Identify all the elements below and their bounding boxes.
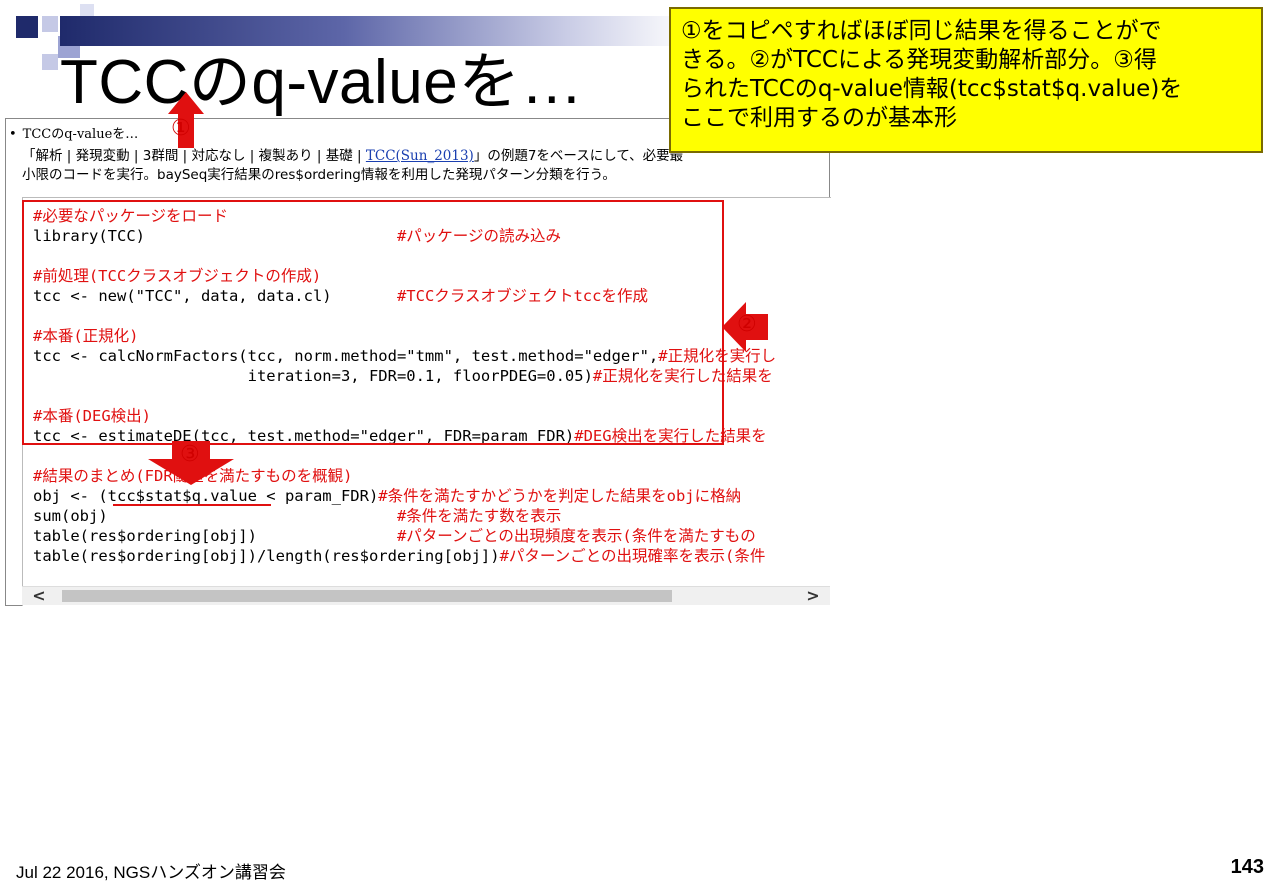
marker-3: ③ xyxy=(180,442,200,467)
horizontal-scrollbar[interactable]: < > xyxy=(22,586,830,605)
tcc-sun-2013-link[interactable]: TCC(Sun_2013) xyxy=(366,148,474,164)
bullet-text: TCCのq-valueを… xyxy=(22,127,139,142)
scroll-right-arrow-icon[interactable]: > xyxy=(804,587,822,605)
marker-2: ② xyxy=(737,312,757,337)
code-statement: table(res$ordering[obj]) xyxy=(33,527,397,545)
code-line: sum(obj) #条件を満たす数を表示 xyxy=(33,506,776,526)
callout-line: られたTCCのq-value情報(tcc$stat$q.value)を xyxy=(681,76,1183,102)
highlight-box-tcc-analysis xyxy=(22,200,724,445)
code-comment: #パターンごとの出現確率を表示(条件 xyxy=(499,547,766,565)
callout-line: ここで利用するのが基本形 xyxy=(681,105,957,131)
code-comment: #パターンごとの出現頻度を表示(条件を満たすもの xyxy=(396,527,756,545)
slide-title: TCCのq-valueを… xyxy=(60,48,584,117)
desc-line2: 小限のコードを実行。baySeq実行結果のres$ordering情報を利用した… xyxy=(22,167,616,183)
desc-suffix: 」の例題7をベースにして、必要最 xyxy=(473,148,684,164)
title-gradient-bar xyxy=(60,16,690,46)
code-line: table(res$ordering[obj]) #パターンごとの出現頻度を表示… xyxy=(33,526,776,546)
decor-square xyxy=(16,16,38,38)
bullet-item: • TCCのq-valueを… xyxy=(9,127,139,142)
code-line: table(res$ordering[obj])/length(res$orde… xyxy=(33,546,776,566)
scroll-left-arrow-icon[interactable]: < xyxy=(30,587,48,605)
scrollbar-thumb[interactable] xyxy=(62,590,672,602)
code-line: #結果のまとめ(FDR閾値を満たすものを概観) xyxy=(33,466,776,486)
code-statement: table(res$ordering[obj])/length(res$orde… xyxy=(33,547,500,565)
decor-square xyxy=(42,16,58,32)
code-statement: obj <- (tcc$stat$q.value < param_FDR) xyxy=(33,487,379,505)
decor-square xyxy=(42,54,58,70)
qvalue-underline xyxy=(113,504,271,506)
footer-date-event: Jul 22 2016, NGSハンズオン講習会 xyxy=(16,863,286,882)
callout-line: ①をコピペすればほぼ同じ結果を得ることがで xyxy=(681,18,1162,44)
explanation-callout: ①をコピペすればほぼ同じ結果を得ることがで きる。②がTCCによる発現変動解析部… xyxy=(669,7,1263,153)
code-comment: #条件を満たす数を表示 xyxy=(396,507,562,525)
marker-1: ① xyxy=(171,116,191,141)
code-line: obj <- (tcc$stat$q.value < param_FDR)#条件… xyxy=(33,486,776,506)
code-comment: #条件を満たすかどうかを判定した結果をobjに格納 xyxy=(378,487,742,505)
page-number: 143 xyxy=(1230,856,1264,878)
code-statement: sum(obj) xyxy=(33,507,397,525)
callout-line: きる。②がTCCによる発現変動解析部分。③得 xyxy=(681,47,1157,73)
